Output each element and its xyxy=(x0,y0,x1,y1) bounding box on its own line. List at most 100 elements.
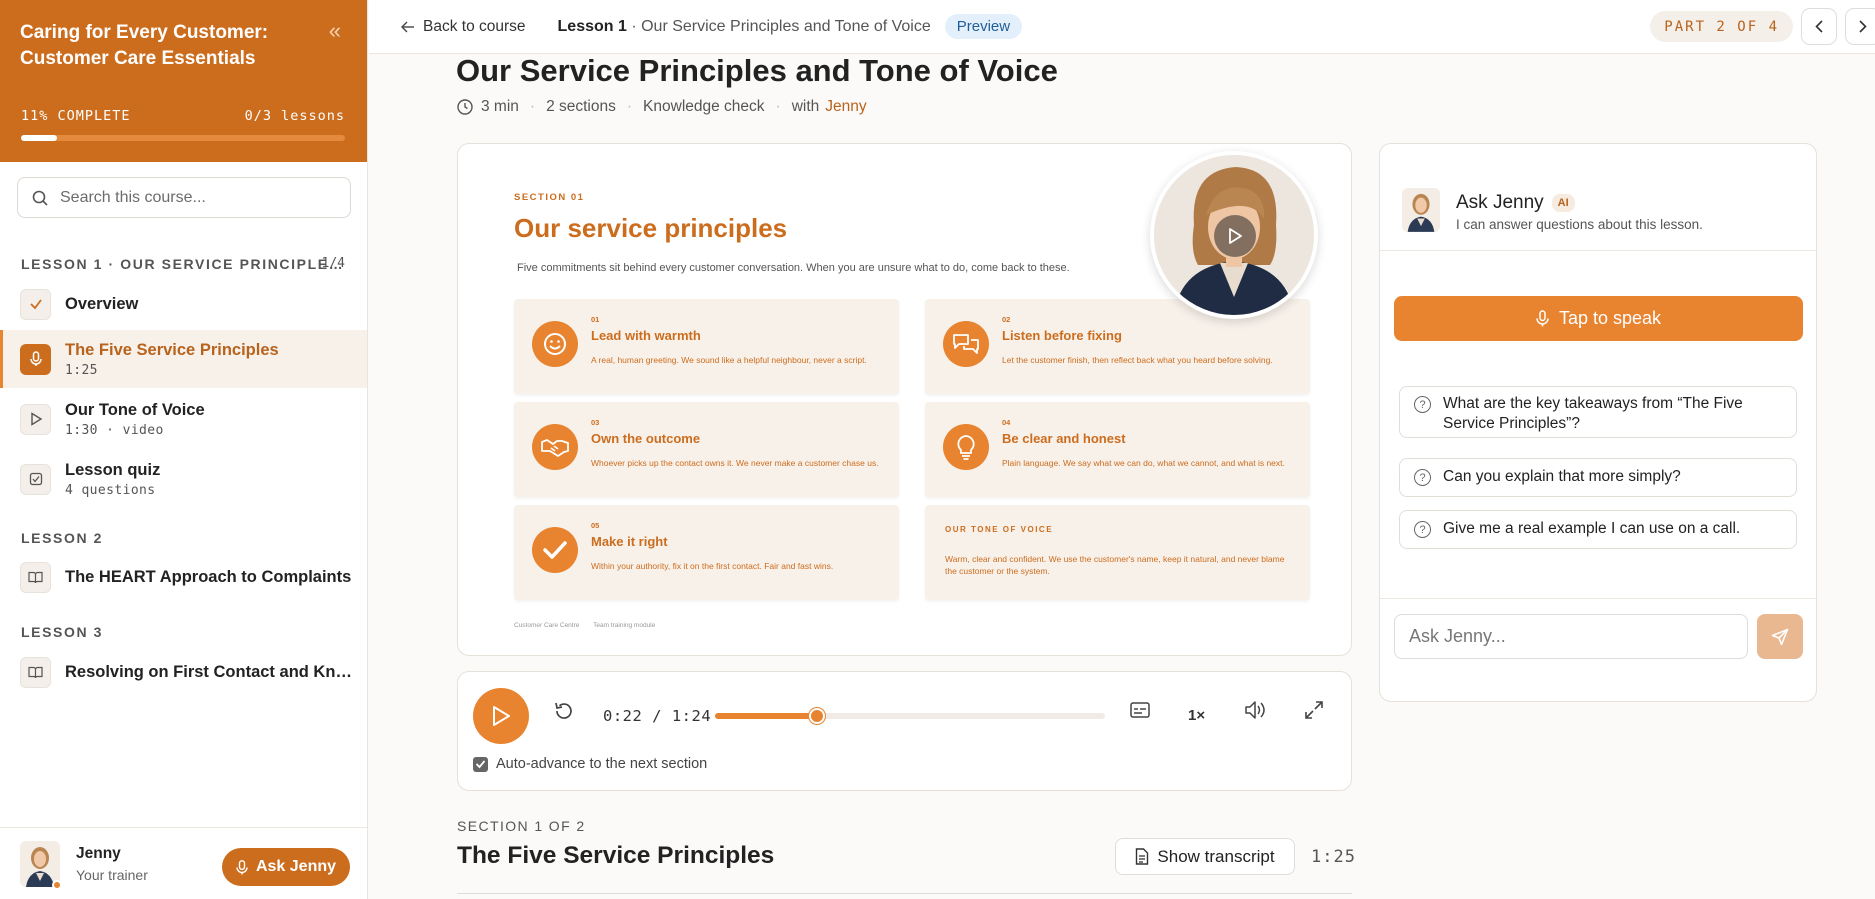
divider xyxy=(457,893,1352,894)
ask-jenny-input[interactable] xyxy=(1394,614,1748,659)
playback-speed-button[interactable]: 1× xyxy=(1188,707,1205,724)
lesson-meta: 3 min · 2 sections · Knowledge check · w… xyxy=(457,98,867,116)
online-status-dot xyxy=(52,880,62,890)
lesson-3-heading: LESSON 3 xyxy=(21,624,104,640)
sidebar-item-label: Lesson quiz xyxy=(65,460,161,479)
principle-title: Lead with warmth xyxy=(591,328,701,343)
assistant-subtitle: I can answer questions about this lesson… xyxy=(1456,217,1703,232)
sidebar-item-tone-of-voice[interactable]: Our Tone of Voice 1:30 · video xyxy=(0,390,367,448)
auto-advance-checkbox[interactable] xyxy=(473,756,488,772)
check-icon xyxy=(475,760,486,769)
slide-footer: Customer Care Centre Team training modul… xyxy=(514,622,667,629)
ai-badge: AI xyxy=(1551,194,1575,212)
seek-bar[interactable] xyxy=(715,708,1105,724)
principle-description: Let the customer finish, then reflect ba… xyxy=(1002,355,1273,365)
knowledge-check-label: Knowledge check xyxy=(643,98,765,115)
lesson-slide: SECTION 01 Our service principles Five c… xyxy=(457,143,1352,656)
sidebar-item-resolving-first-contact[interactable]: Resolving on First Contact and Know… xyxy=(0,643,367,701)
play-button[interactable] xyxy=(473,688,529,744)
fullscreen-icon xyxy=(1305,701,1323,719)
suggested-question[interactable]: ? What are the key takeaways from “The F… xyxy=(1399,386,1797,438)
assistant-name: Ask Jenny xyxy=(1456,192,1544,213)
chevron-left-icon xyxy=(1815,20,1823,33)
suggested-question[interactable]: ? Give me a real example I can use on a … xyxy=(1399,510,1797,549)
captions-icon xyxy=(1130,702,1150,718)
suggested-question[interactable]: ? Can you explain that more simply? xyxy=(1399,458,1797,497)
volume-button[interactable] xyxy=(1244,700,1266,720)
book-icon xyxy=(20,656,51,688)
page-title: Our Service Principles and Tone of Voice xyxy=(456,53,1058,88)
tap-to-speak-button[interactable]: Tap to speak xyxy=(1394,296,1803,341)
principle-number: 01 xyxy=(591,315,600,324)
course-progress-bar xyxy=(21,135,345,141)
sidebar-item-overview[interactable]: Overview xyxy=(0,275,367,333)
play-icon xyxy=(20,403,51,435)
section-position: SECTION 1 OF 2 xyxy=(457,818,586,834)
playback-time: 0:22 / 1:24 xyxy=(603,707,712,725)
assistant-header: Ask Jenny AI I can answer questions abou… xyxy=(1380,144,1816,251)
principle-title: Make it right xyxy=(591,534,668,549)
sidebar-item-label: Resolving on First Contact and Know… xyxy=(65,662,355,681)
lesson-2-heading: LESSON 2 xyxy=(21,530,104,546)
principle-number: 04 xyxy=(1002,418,1011,427)
principle-card: 03 Own the outcome Whoever picks up the … xyxy=(514,402,899,497)
presenter-video[interactable] xyxy=(1150,151,1318,319)
breadcrumb: Lesson 1 · Our Service Principles and To… xyxy=(558,18,931,36)
clock-icon xyxy=(457,99,473,115)
replay-button[interactable] xyxy=(553,700,575,722)
principle-description: A real, human greeting. We sound like a … xyxy=(591,355,867,365)
play-icon[interactable] xyxy=(1214,215,1256,257)
principle-description: Within your authority, fix it on the fir… xyxy=(591,561,834,571)
principle-description: Whoever picks up the contact owns it. We… xyxy=(591,458,879,468)
ask-jenny-button[interactable]: Ask Jenny xyxy=(222,848,350,886)
tone-description: Warm, clear and confident. We use the cu… xyxy=(945,554,1285,576)
check-icon xyxy=(20,288,51,320)
course-progress-fill xyxy=(21,135,57,141)
course-title: Caring for Every Customer: Customer Care… xyxy=(20,22,269,69)
part-indicator: PART 2 OF 4 xyxy=(1650,11,1793,42)
slide-footer-right: Team training module xyxy=(593,622,656,629)
auto-advance-label: Auto-advance to the next section xyxy=(496,756,708,772)
collapse-sidebar-icon[interactable]: « xyxy=(329,18,341,44)
chat-icon xyxy=(943,321,989,367)
send-button[interactable] xyxy=(1757,614,1803,659)
sidebar-item-five-service-principles[interactable]: The Five Service Principles 1:25 xyxy=(0,330,367,388)
chevron-right-icon xyxy=(1859,20,1867,33)
back-to-course-link[interactable]: Back to course xyxy=(401,18,526,36)
section-duration: 1:25 xyxy=(1311,847,1356,867)
show-transcript-button[interactable]: Show transcript xyxy=(1115,838,1295,875)
avatar xyxy=(1402,188,1440,232)
principle-number: 05 xyxy=(591,521,600,530)
course-sidebar: Caring for Every Customer: Customer Care… xyxy=(0,0,368,899)
sidebar-item-label: The HEART Approach to Complaints xyxy=(65,567,352,586)
question-icon: ? xyxy=(1414,469,1431,486)
search-input[interactable] xyxy=(60,188,330,207)
previous-part-button[interactable] xyxy=(1801,8,1837,45)
breadcrumb-lesson: Lesson 1 xyxy=(557,17,627,35)
mic-icon xyxy=(1536,310,1549,327)
trainer-link[interactable]: Jenny xyxy=(825,98,866,116)
course-search[interactable] xyxy=(17,177,351,218)
sidebar-item-duration: 1:30 · video xyxy=(65,422,164,438)
sidebar-item-heart-approach[interactable]: The HEART Approach to Complaints xyxy=(0,548,367,606)
question-icon: ? xyxy=(1414,521,1431,538)
principle-card: 01 Lead with warmth A real, human greeti… xyxy=(514,299,899,394)
principle-description: Plain language. We say what we can do, w… xyxy=(1002,458,1285,468)
auto-advance-toggle[interactable]: Auto-advance to the next section xyxy=(473,756,707,772)
volume-icon xyxy=(1245,701,1265,719)
seek-handle[interactable] xyxy=(809,708,826,724)
sidebar-item-lesson-quiz[interactable]: Lesson quiz 4 questions xyxy=(0,450,367,508)
lesson-1-count: 1/4 xyxy=(321,256,345,271)
top-bar: Back to course Lesson 1 · Our Service Pr… xyxy=(369,0,1875,54)
tap-to-speak-label: Tap to speak xyxy=(1558,308,1662,328)
seek-bar-fill xyxy=(715,713,818,719)
send-icon xyxy=(1771,628,1789,645)
fullscreen-button[interactable] xyxy=(1304,700,1324,720)
next-part-button[interactable] xyxy=(1845,8,1875,45)
captions-button[interactable] xyxy=(1130,702,1150,718)
question-icon: ? xyxy=(1414,396,1431,413)
lesson-1-heading: LESSON 1 · OUR SERVICE PRINCIPLE… xyxy=(21,256,345,272)
replay-icon xyxy=(555,702,572,719)
principle-number: 02 xyxy=(1002,315,1011,324)
book-icon xyxy=(20,561,51,593)
